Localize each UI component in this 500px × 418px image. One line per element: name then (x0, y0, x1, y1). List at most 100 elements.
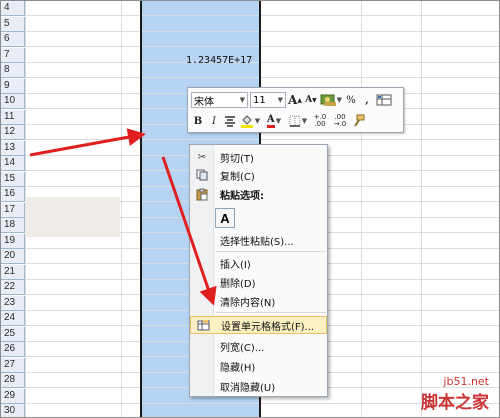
menu-item-clear-contents[interactable]: 清除内容(N) (190, 292, 327, 310)
row-header[interactable]: 30 (1, 404, 25, 417)
font-color-button[interactable]: A ▼ (263, 113, 285, 129)
row-header[interactable]: 10 (1, 94, 25, 109)
blank-icon (190, 231, 214, 249)
menu-item-delete[interactable]: 删除(D) (190, 273, 327, 291)
row-header[interactable]: 15 (1, 171, 25, 187)
row-header[interactable]: 13 (1, 140, 25, 156)
row-header[interactable]: 14 (1, 156, 25, 171)
row-header[interactable]: 26 (1, 342, 25, 357)
menu-item-label: 隐藏(H) (220, 362, 256, 374)
menu-header-paste-options: 粘贴选项: (190, 185, 327, 203)
grow-font-button[interactable]: A ▲ (288, 92, 302, 108)
row-header[interactable]: 21 (1, 264, 25, 280)
spreadsheet-window: 4 5 6 7 8 9 10 11 12 13 14 15 16 17 18 19 20 21 22 23 24 25 26… (0, 0, 500, 418)
menu-item-copy[interactable]: 复制(C) (190, 166, 327, 184)
chevron-down-icon: ▼ (239, 96, 245, 104)
menu-item-insert[interactable]: 插入(I) (190, 254, 327, 272)
menu-item-format-cells[interactable]: 设置单元格格式(F)... (190, 316, 327, 334)
table-row[interactable]: 6 (1, 32, 499, 47)
table-row[interactable]: 4 (1, 1, 499, 16)
fill-color-button[interactable]: ▼ (239, 113, 261, 129)
mini-toolbar: 宋体 ▼ 11 ▼ A ▲ A ▼ ▼ % , B I ▼ A ▼ ▼ +.0 … (187, 87, 404, 133)
table-row[interactable]: 5 (1, 16, 499, 32)
center-align-button[interactable] (223, 113, 237, 129)
paste-button[interactable]: A (215, 208, 235, 228)
copy-icon (190, 166, 214, 184)
format-painter-table-button[interactable] (376, 92, 392, 108)
row-header[interactable]: 22 (1, 280, 25, 295)
row-header[interactable]: 5 (1, 16, 25, 32)
blank-icon (190, 292, 214, 310)
blank-icon (190, 273, 214, 291)
menu-item-label: 删除(D) (220, 278, 256, 290)
format-cells-icon (191, 316, 215, 334)
row-header[interactable]: 16 (1, 187, 25, 202)
row-header[interactable]: 17 (1, 202, 25, 218)
row-header[interactable]: 23 (1, 295, 25, 311)
font-size-value: 11 (253, 94, 266, 106)
menu-item-paste-special[interactable]: 选择性粘贴(S)... (190, 231, 327, 249)
menu-item-unhide[interactable]: 取消隐藏(U) (190, 377, 327, 395)
menu-item-cut[interactable]: ✂ 剪切(T) (190, 148, 327, 166)
align-center-icon (225, 116, 235, 127)
clipboard-icon (190, 185, 214, 203)
borders-button[interactable]: ▼ (287, 113, 309, 129)
row-header[interactable]: 27 (1, 357, 25, 373)
menu-item-label: 设置单元格格式(F)... (221, 321, 315, 333)
accounting-format-button[interactable]: ▼ (320, 92, 342, 108)
row-header[interactable]: 11 (1, 109, 25, 125)
bold-button[interactable]: B (191, 113, 205, 129)
font-name-combo[interactable]: 宋体 ▼ (191, 92, 248, 108)
chevron-down-icon: ▼ (301, 117, 308, 125)
row-header[interactable]: 18 (1, 218, 25, 233)
menu-item-label: 清除内容(N) (220, 297, 276, 309)
row-header[interactable]: 29 (1, 388, 25, 404)
menu-item-label: 复制(C) (220, 171, 255, 183)
row-header[interactable]: 7 (1, 47, 25, 63)
watermark-name: 脚本之家 (421, 393, 489, 413)
menu-item-label: 粘贴选项: (220, 190, 264, 202)
font-size-combo[interactable]: 11 ▼ (250, 92, 286, 108)
row-header[interactable]: 28 (1, 373, 25, 388)
italic-button[interactable]: I (207, 113, 221, 129)
chevron-down-icon: ▼ (277, 96, 283, 104)
column-border-left (140, 1, 142, 417)
row-header[interactable]: 6 (1, 32, 25, 47)
font-color-icon: A (266, 114, 275, 128)
menu-separator (216, 251, 326, 252)
row-header[interactable]: 4 (1, 1, 25, 16)
watermark: jb51.net 脚本之家 (421, 375, 489, 413)
menu-item-label: 取消隐藏(U) (220, 382, 276, 394)
paintbrush-icon (354, 114, 365, 127)
menu-item-column-width[interactable]: 列宽(C)... (190, 337, 327, 355)
menu-item-hide[interactable]: 隐藏(H) (190, 357, 327, 375)
menu-item-label: 选择性粘贴(S)... (220, 236, 294, 248)
comma-button[interactable]: , (360, 92, 374, 108)
format-painter-button[interactable] (351, 113, 365, 129)
font-name-value: 宋体 (194, 96, 214, 108)
row-header[interactable]: 19 (1, 233, 25, 249)
chevron-down-icon: ▼ (336, 96, 342, 104)
grow-font-icon: A (288, 93, 298, 107)
row-header[interactable]: 9 (1, 78, 25, 94)
menu-item-label: 插入(I) (220, 259, 251, 271)
increase-decimal-line-2: .00 (314, 120, 326, 128)
chevron-down-icon: ▼ (254, 117, 261, 125)
increase-decimal-button[interactable]: +.0.00 (311, 113, 329, 129)
menu-separator (216, 312, 326, 313)
row-header[interactable]: 20 (1, 249, 25, 264)
table-icon (376, 94, 392, 106)
row-header[interactable]: 8 (1, 63, 25, 78)
blank-icon (190, 377, 214, 395)
currency-icon (320, 94, 336, 106)
shrink-font-button[interactable]: A ▼ (304, 92, 318, 108)
paint-bucket-icon (240, 115, 253, 128)
row-header[interactable]: 24 (1, 311, 25, 326)
cell-value[interactable]: 1.23457E+17 (186, 55, 252, 66)
row-header[interactable]: 25 (1, 326, 25, 342)
menu-item-label: 剪切(T) (220, 153, 254, 165)
decrease-decimal-button[interactable]: .00 →.0 (331, 113, 349, 129)
percent-button[interactable]: % (344, 92, 358, 108)
row-header[interactable]: 12 (1, 125, 25, 140)
borders-icon (289, 115, 301, 127)
